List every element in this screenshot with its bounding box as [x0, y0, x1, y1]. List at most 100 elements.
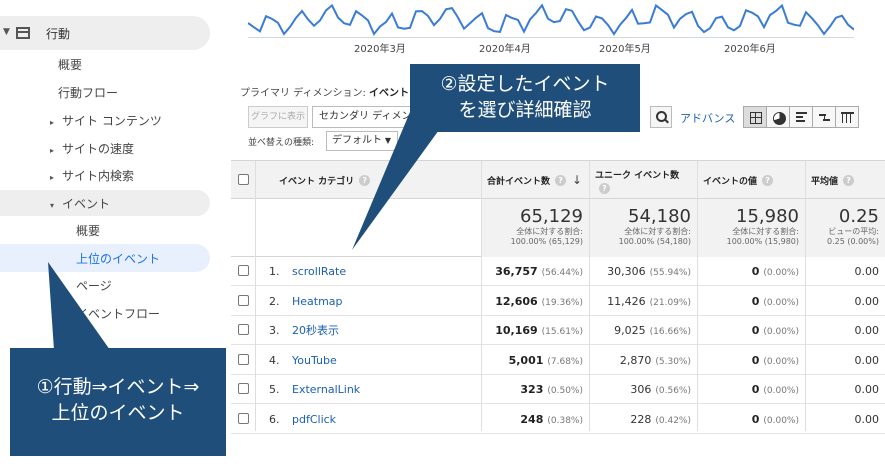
date-label: 2020年3月: [354, 44, 406, 55]
total-sub: 0.25 (0.00%): [826, 237, 879, 246]
cell-value: 5,001: [508, 353, 544, 367]
series-line: [248, 3, 854, 36]
sidebar-item[interactable]: ▸ サイトの速度: [50, 140, 134, 157]
caret-right-icon: ▸: [50, 173, 55, 182]
cell-pct: (0.42%): [655, 415, 691, 426]
plot-rows-button[interactable]: グラフに表示: [248, 106, 308, 128]
caret-right-icon: ▸: [50, 118, 55, 127]
avg-value-cell: 0.00: [854, 265, 880, 278]
table-row: 2. Heatmap 12,606 (19.36%) 11,426 (21.09%) 0 (0…: [231, 287, 885, 316]
sidebar-item[interactable]: ▸ サイト コンテンツ: [50, 112, 162, 129]
sidebar-item[interactable]: 行動フロー: [58, 84, 118, 101]
cell-pct: (7.68%): [547, 356, 583, 367]
row-checkbox[interactable]: [238, 412, 249, 424]
total-value: 65,129: [520, 206, 583, 227]
advanced-link[interactable]: アドバンス: [680, 110, 735, 126]
row-checkbox[interactable]: [238, 353, 249, 365]
primary-dimension-label: プライマリ ディメンション:: [240, 88, 366, 99]
event-value-cell: 0 (0.00%): [697, 316, 805, 345]
search-icon[interactable]: [650, 106, 672, 128]
callout-pointer: [48, 262, 110, 350]
performance-view-icon[interactable]: [789, 106, 813, 128]
avg-value-cell: 0.00: [854, 324, 880, 337]
pie-view-icon[interactable]: [766, 106, 790, 128]
table-row: 4. YouTube 5,001 (7.68%) 2,870 (5.30%) 0 (0.00%…: [231, 346, 885, 375]
event-category-link[interactable]: ExternalLink: [292, 375, 360, 404]
col-header-label: 平均値: [811, 176, 839, 187]
sidebar-item[interactable]: 概要: [76, 222, 100, 239]
caret-down-icon: ▾: [50, 201, 55, 210]
event-category-link[interactable]: pdfClick: [292, 405, 336, 434]
col-header-total-events[interactable]: 合計イベント数 ? ↓: [487, 161, 582, 199]
callout-text: を選び詳細確認: [458, 99, 592, 121]
cell-value: 11,426: [607, 294, 646, 308]
total-sub: 100.00% (54,180): [618, 237, 691, 246]
col-header-event-value[interactable]: イベントの値 ?: [703, 161, 774, 199]
help-icon[interactable]: ?: [555, 174, 567, 186]
callout-text: 上位のイベント: [51, 402, 185, 424]
sidebar-item-label: 行動: [46, 27, 71, 41]
col-header-label: 合計イベント数: [487, 176, 551, 187]
avg-value-cell: 0.00: [854, 412, 880, 426]
avg-value-cell: 0.00: [854, 353, 880, 367]
comparison-view-icon[interactable]: [812, 106, 836, 128]
row-rank: 6.: [269, 412, 280, 426]
unique-events-cell: 11,426 (21.09%): [589, 287, 697, 316]
cell-pct: (0.56%): [655, 386, 691, 396]
sort-type: 並べ替えの種類: デフォルト ▼: [248, 131, 398, 151]
pivot-view-icon[interactable]: [835, 106, 859, 128]
total-sub: 全体に対する割合:: [624, 227, 691, 236]
col-header-avg-value[interactable]: 平均値 ?: [811, 161, 855, 199]
table-header: イベント カテゴリ ? 合計イベント数 ? ↓ ユニーク イベント数 ? イベン…: [231, 161, 885, 199]
table-view-icon[interactable]: [743, 106, 767, 128]
callout-text: ②設定したイベント: [440, 73, 610, 95]
cell-value: 0: [751, 383, 760, 396]
sidebar-item[interactable]: 概要: [58, 56, 82, 73]
sidebar-item-behavior[interactable]: ▼ 行動: [0, 16, 210, 50]
total-events-cell: 5,001 (7.68%): [481, 346, 589, 375]
sidebar-item[interactable]: ▸ サイト内検索: [50, 167, 134, 184]
table-row: 6. pdfClick 248 (0.38%) 228 (0.42%) 0 (0.00%) 0.…: [231, 405, 885, 434]
total-events-summary: 65,129 全体に対する割合: 100.00% (65,129): [481, 199, 589, 257]
event-category-link[interactable]: 20秒表示: [292, 316, 339, 345]
select-all-checkbox[interactable]: [238, 174, 249, 185]
column-divider: [481, 161, 482, 431]
total-sub: 全体に対する割合:: [732, 227, 799, 236]
avg-value-summary: 0.25 ビューの平均: 0.25 (0.00%): [805, 199, 885, 257]
unique-events-cell: 2,870 (5.30%): [589, 346, 697, 375]
help-icon[interactable]: ?: [762, 174, 774, 186]
event-category-link[interactable]: scrollRate: [292, 257, 346, 286]
cell-value: 248: [520, 412, 544, 426]
help-icon[interactable]: ?: [843, 174, 855, 186]
event-value-cell: 0 (0.00%): [697, 287, 805, 316]
row-rank: 5.: [269, 383, 280, 396]
cell-value: 0: [751, 265, 760, 278]
row-checkbox[interactable]: [238, 294, 249, 306]
cell-pct: (16.66%): [649, 327, 691, 337]
event-category-link[interactable]: Heatmap: [292, 287, 343, 316]
row-checkbox[interactable]: [238, 383, 249, 394]
help-icon[interactable]: ?: [599, 183, 610, 194]
row-rank: 1.: [269, 265, 280, 278]
cell-pct: (5.30%): [655, 356, 691, 367]
cell-value: 36,757: [495, 265, 538, 278]
total-sub: 100.00% (15,980): [726, 237, 799, 246]
sort-type-label: 並べ替えの種類:: [248, 138, 315, 148]
event-value-cell: 0 (0.00%): [697, 375, 805, 404]
column-divider: [805, 161, 806, 431]
table-row: 5. ExternalLink 323 (0.50%) 306 (0.56%) 0 (0.00…: [231, 375, 885, 404]
cell-value: 0: [751, 353, 760, 367]
sidebar-item[interactable]: ▾ イベント: [50, 195, 110, 212]
column-divider: [255, 161, 256, 431]
avg-value-cell: 0.00: [854, 383, 880, 396]
row-checkbox[interactable]: [238, 324, 249, 335]
total-events-cell: 248 (0.38%): [481, 405, 589, 434]
sidebar-item-label: 概要: [76, 224, 101, 238]
cell-value: 323: [520, 383, 544, 396]
col-header-label: イベントの値: [703, 176, 758, 187]
total-events-cell: 12,606 (19.36%): [481, 287, 589, 316]
row-checkbox[interactable]: [238, 265, 249, 276]
cell-value: 0: [751, 324, 760, 337]
unique-events-cell: 306 (0.56%): [589, 375, 697, 404]
event-category-link[interactable]: YouTube: [292, 346, 337, 375]
